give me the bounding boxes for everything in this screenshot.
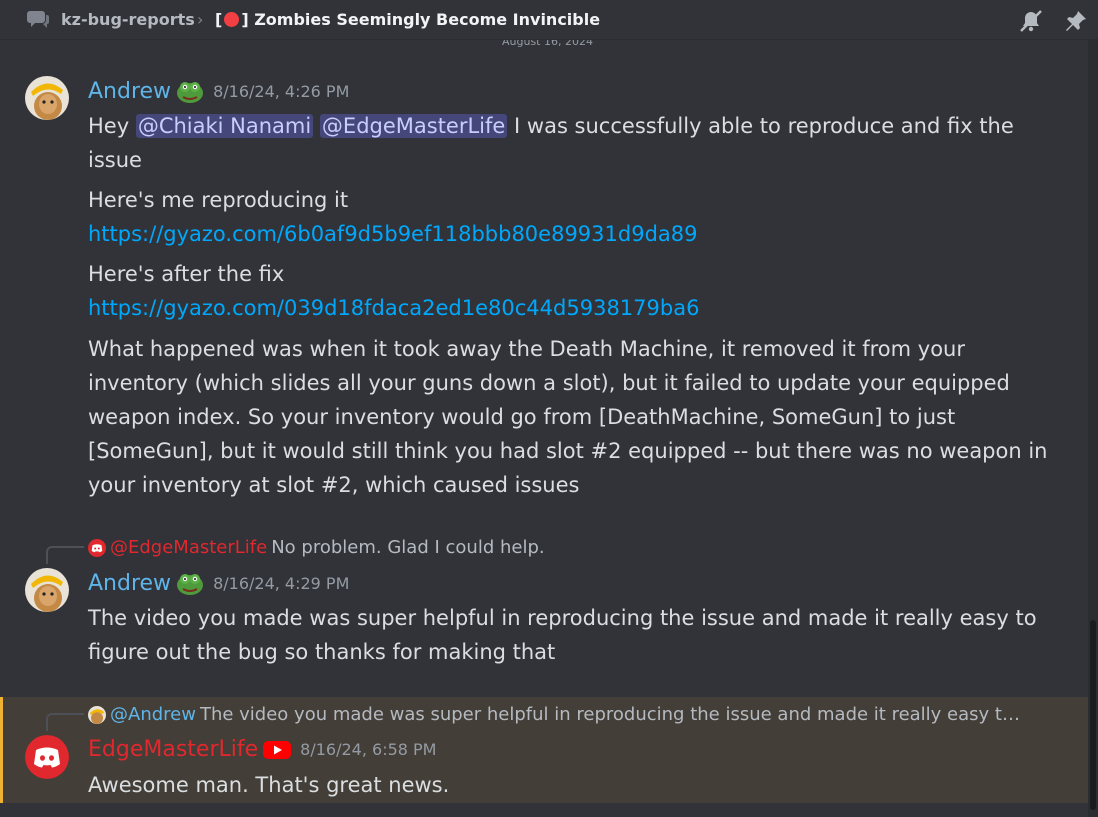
reply-connector [46, 713, 84, 731]
thread-icon [27, 11, 49, 28]
message-content: Hey @Chiaki Nanami @EdgeMasterLife I was… [88, 109, 1048, 177]
reply-text: No problem. Glad I could help. [271, 537, 545, 558]
mute-icon[interactable] [1018, 8, 1044, 34]
timestamp: 8/16/24, 4:29 PM [213, 573, 350, 593]
discord-avatar-icon [25, 735, 69, 779]
avatar[interactable] [25, 735, 69, 779]
reply-author[interactable]: @EdgeMasterLife [110, 537, 267, 558]
date-divider-label: August 16, 2024 [502, 40, 593, 48]
reply-author[interactable]: @Andrew [110, 704, 196, 725]
frog-emoji-icon [177, 82, 204, 103]
thread-title-text: ] Zombies Seemingly Become Invincible [241, 10, 601, 29]
red-circle-icon [224, 12, 240, 27]
message-content: Awesome man. That's great news. [88, 773, 450, 797]
frog-emoji-icon [177, 574, 204, 595]
dog-avatar-icon [25, 76, 69, 120]
breadcrumb-thread-title: [ ] Zombies Seemingly Become Invincible [215, 10, 600, 29]
reply-text: The video you made was super helpful in … [199, 704, 1020, 725]
mention-chiaki[interactable]: @Chiaki Nanami [135, 114, 314, 138]
message-paragraph: What happened was when it took away the … [88, 337, 1048, 497]
scrollbar-thumb[interactable] [1090, 620, 1096, 810]
author-name[interactable]: Andrew [88, 79, 171, 104]
timestamp: 8/16/24, 6:58 PM [300, 740, 437, 759]
avatar[interactable] [25, 568, 69, 612]
reply-preview[interactable]: @Andrew The video you made was super hel… [88, 704, 1020, 725]
reply-connector [46, 546, 84, 564]
author-name[interactable]: EdgeMasterLife [88, 737, 258, 762]
message-header: Andrew 8/16/24, 4:26 PM [88, 78, 349, 104]
message-line: Here's me reproducing it [88, 188, 349, 212]
date-divider: August 16, 2024 [0, 40, 1098, 52]
dog-avatar-icon [25, 568, 69, 612]
message-line: Here's after the fix [88, 262, 285, 286]
message-header: Andrew 8/16/24, 4:29 PM [88, 570, 349, 596]
avatar[interactable] [25, 76, 69, 120]
thread-title-prefix: [ [215, 10, 223, 29]
discord-avatar-icon [88, 538, 106, 557]
youtube-icon [263, 740, 292, 759]
message-header: EdgeMasterLife 8/16/24, 6:58 PM [88, 737, 436, 762]
author-name[interactable]: Andrew [88, 571, 171, 596]
message-content: The video you made was super helpful in … [88, 606, 1037, 664]
gyazo-link-1[interactable]: https://gyazo.com/6b0af9d5b9ef118bbb80e8… [88, 222, 698, 246]
thread-header: kz-bug-reports › [ ] Zombies Seemingly Be… [0, 0, 1098, 40]
timestamp: 8/16/24, 4:26 PM [213, 81, 350, 101]
dog-avatar-icon [88, 705, 106, 724]
greeting-text: Hey [88, 114, 130, 138]
mention-edgemasterlife[interactable]: @EdgeMasterLife [319, 114, 508, 138]
breadcrumb-separator: › [197, 10, 204, 29]
gyazo-link-2[interactable]: https://gyazo.com/039d18fdaca2ed1e80c44d… [88, 296, 699, 320]
breadcrumb-channel[interactable]: kz-bug-reports [61, 10, 195, 29]
reply-preview[interactable]: @EdgeMasterLife No problem. Glad I could… [88, 537, 545, 558]
pin-icon[interactable] [1063, 8, 1089, 34]
